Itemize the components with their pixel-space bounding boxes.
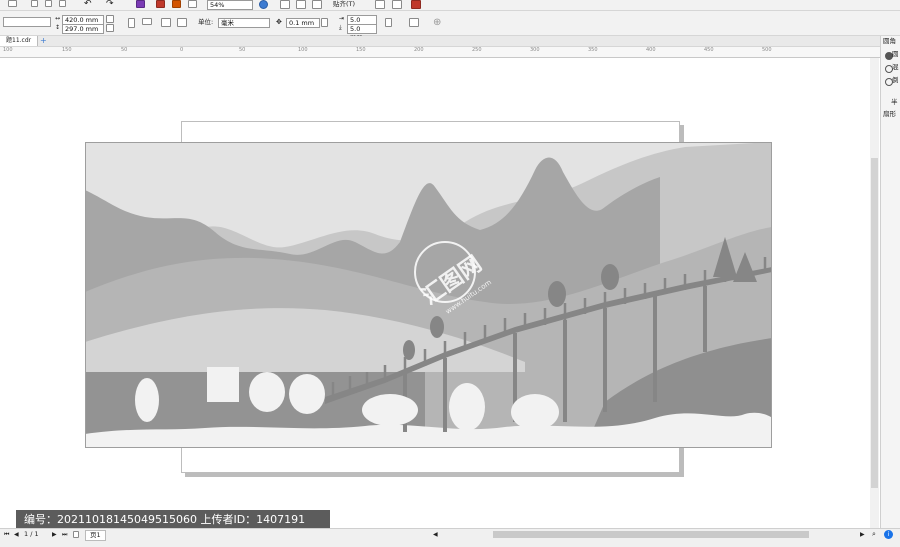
- all-pages-icon[interactable]: [161, 18, 171, 27]
- option-label: 混: [892, 63, 899, 71]
- current-page-icon[interactable]: [177, 18, 187, 27]
- radius-label: 半: [891, 98, 898, 106]
- nudge-distance-field[interactable]: 0.1 mm: [286, 18, 320, 28]
- ruler-tick: 0: [180, 47, 184, 53]
- undo-icon[interactable]: ↶: [84, 0, 92, 9]
- ruler-tick: 400: [646, 47, 656, 53]
- docker-title: 圆角: [883, 37, 896, 45]
- cut-icon[interactable]: [31, 0, 38, 7]
- export-icon[interactable]: [156, 0, 165, 8]
- document-tabs: 题11.cdr +: [0, 36, 900, 47]
- color-management-icon[interactable]: [411, 0, 421, 9]
- snap-to-menu[interactable]: 贴齐(T): [333, 0, 355, 9]
- show-rulers-icon[interactable]: [296, 0, 306, 9]
- ruler-tick: 450: [704, 47, 714, 53]
- page-counter: 1 / 1: [24, 530, 39, 538]
- ruler-tick: 100: [3, 47, 13, 53]
- landscape-icon[interactable]: [142, 18, 152, 25]
- zoom-level-field[interactable]: 54%: [207, 0, 253, 10]
- options-icon[interactable]: [375, 0, 385, 9]
- nudge-icon: ✥: [276, 18, 282, 26]
- add-page-icon[interactable]: [73, 531, 79, 538]
- vertical-scrollbar[interactable]: [870, 58, 879, 528]
- publish-pdf-icon[interactable]: [172, 0, 181, 8]
- artwork-canvas[interactable]: 汇图网 www.huitu.com: [85, 142, 772, 448]
- ruler-tick: 100: [298, 47, 308, 53]
- last-page-icon[interactable]: ⏭: [62, 531, 67, 539]
- option-label: 倒: [892, 76, 899, 84]
- ruler-tick: 200: [414, 47, 424, 53]
- nudge-stepper-icon[interactable]: [321, 18, 328, 27]
- page-tab[interactable]: 页1: [85, 530, 106, 541]
- ruler-tick: 150: [62, 47, 72, 53]
- info-icon[interactable]: i: [884, 530, 893, 539]
- full-screen-icon[interactable]: [280, 0, 290, 9]
- corner-type-label: 扇形: [883, 110, 896, 118]
- ruler-tick: 250: [472, 47, 482, 53]
- toolbar-standard: ↶ ↷ 54% 贴齐(T): [0, 0, 900, 11]
- horizontal-scroll-thumb[interactable]: [493, 531, 809, 538]
- previous-page-icon[interactable]: ◀: [14, 531, 19, 538]
- page-height-icon: ↕: [55, 24, 61, 31]
- zoom-icon[interactable]: ⌕: [872, 530, 876, 539]
- print-icon[interactable]: [8, 0, 17, 7]
- ruler-tick: 500: [762, 47, 772, 53]
- duplicate-y-icon: ⤓: [339, 24, 342, 31]
- duplicate-y-field[interactable]: 5.0 mm: [347, 24, 377, 41]
- copy-icon[interactable]: [45, 0, 52, 7]
- redo-icon[interactable]: ↷: [106, 0, 114, 9]
- page-height-field[interactable]: 297.0 mm: [62, 24, 104, 34]
- paste-icon[interactable]: [59, 0, 66, 7]
- add-preset-icon[interactable]: ⊕: [433, 17, 441, 28]
- import-icon[interactable]: [136, 0, 145, 8]
- vertical-scroll-thumb[interactable]: [871, 158, 878, 488]
- property-bar: ↔ 420.0 mm ↕ 297.0 mm 单位: 毫米 ✥ 0.1 mm ⇥ …: [0, 11, 900, 41]
- page-width-icon: ↔: [55, 15, 61, 22]
- ruler-tick: 150: [356, 47, 366, 53]
- zoom-fit-icon[interactable]: [259, 0, 268, 9]
- portrait-icon[interactable]: [128, 18, 135, 28]
- scroll-right-icon[interactable]: ▶: [860, 531, 865, 538]
- upload-id-banner: 编号：20211018145049515060 上传者ID：1407191: [16, 510, 330, 529]
- duplicate-x-icon: ⇥: [339, 15, 345, 22]
- ruler-tick: 300: [530, 47, 540, 53]
- ruler-tick: 50: [239, 47, 246, 53]
- units-select[interactable]: 毫米: [218, 18, 270, 28]
- status-bar: ⏮ ◀ 1 / 1 ▶ ⏭ 页1 ◀ ▶ ⌕ i: [0, 528, 900, 547]
- scroll-left-icon[interactable]: ◀: [433, 531, 438, 538]
- stepper-up-icon[interactable]: [106, 15, 114, 23]
- new-tab-icon[interactable]: +: [40, 36, 47, 45]
- document-tab[interactable]: 题11.cdr: [0, 36, 39, 46]
- next-page-icon[interactable]: ▶: [52, 531, 57, 538]
- ruler-tick: 350: [588, 47, 598, 53]
- fillet-docker: 圆角 圆 混 倒 半 扇形: [880, 36, 900, 528]
- horizontal-ruler[interactable]: 100 150 50 0 50 100 150 200 250 300 350 …: [0, 47, 880, 58]
- launch-icon[interactable]: [392, 0, 402, 9]
- app-launcher-icon[interactable]: [188, 0, 197, 8]
- show-grid-icon[interactable]: [312, 0, 322, 9]
- treat-as-filled-icon[interactable]: [409, 18, 419, 27]
- duplicate-stepper-icon[interactable]: [385, 18, 392, 27]
- stepper-down-icon[interactable]: [106, 24, 114, 32]
- first-page-icon[interactable]: ⏮: [4, 531, 9, 539]
- option-label: 圆: [892, 50, 899, 58]
- ruler-tick: 50: [121, 47, 128, 53]
- page-size-select[interactable]: [3, 17, 51, 27]
- units-label: 单位:: [198, 18, 214, 26]
